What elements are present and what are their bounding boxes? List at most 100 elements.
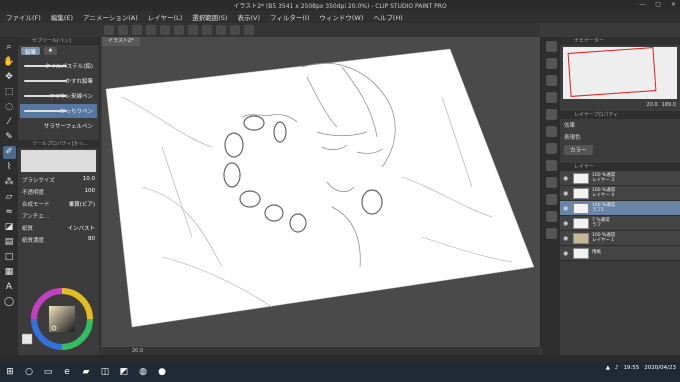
eye-icon[interactable]: ◉ xyxy=(563,220,570,227)
search-icon[interactable] xyxy=(545,194,557,205)
eyedropper-icon[interactable]: ⁄ xyxy=(3,116,16,129)
color-wheel[interactable] xyxy=(22,286,98,352)
tab-pencil[interactable]: 鉛筆 xyxy=(21,47,41,56)
navigator-preview[interactable] xyxy=(563,47,677,99)
eye-icon[interactable]: ◉ xyxy=(563,175,570,182)
history-icon[interactable] xyxy=(545,109,557,120)
brush-item[interactable]: ヤマサン来線ペン xyxy=(20,89,97,103)
material-4-icon[interactable] xyxy=(545,177,557,188)
navigator-zoom[interactable]: 20.0 xyxy=(647,102,658,108)
gradient-icon[interactable]: ▤ xyxy=(3,236,16,249)
brush-item-active[interactable]: かっちりペン xyxy=(20,104,97,118)
new-icon[interactable] xyxy=(104,25,114,35)
material-icon[interactable] xyxy=(545,126,557,137)
prop-blend-mode[interactable]: 合成モード 乗算(ビア) xyxy=(18,198,99,210)
snap-icon[interactable] xyxy=(244,25,254,35)
menu-file[interactable]: ファイル(F) xyxy=(6,12,41,22)
sub-view-icon[interactable] xyxy=(545,58,557,69)
fill-bucket-icon[interactable]: ◪ xyxy=(3,221,16,234)
open-icon[interactable] xyxy=(118,25,128,35)
layer-row[interactable]: ◉ 100 %通常 レイヤー 3 xyxy=(560,171,680,186)
app-icon[interactable]: ● xyxy=(156,366,168,378)
clock-time[interactable]: 19:55 xyxy=(623,365,639,371)
eye-icon[interactable]: ◉ xyxy=(563,190,570,197)
material-3-icon[interactable] xyxy=(545,160,557,171)
menu-filter[interactable]: フィルター(I) xyxy=(270,12,309,22)
animation-icon[interactable] xyxy=(545,228,557,239)
transform-icon[interactable] xyxy=(202,25,212,35)
edge-icon[interactable]: e xyxy=(61,366,73,378)
eye-icon[interactable]: ◉ xyxy=(563,235,570,242)
eye-icon[interactable]: ◉ xyxy=(563,205,570,212)
menu-layer[interactable]: レイヤー(L) xyxy=(148,12,183,22)
blend-icon[interactable]: ≈ xyxy=(3,206,16,219)
layer-row[interactable]: ◉ 100 %通常 レイヤー 4 xyxy=(560,186,680,201)
info-icon[interactable] xyxy=(545,75,557,86)
airbrush-icon[interactable]: ⁂ xyxy=(3,176,16,189)
minimize-button[interactable]: — xyxy=(639,1,645,8)
layer-row[interactable]: ◉ 100 %通常 レイヤー 1 xyxy=(560,231,680,246)
menu-selection[interactable]: 選択範囲(S) xyxy=(192,12,227,22)
prop-opacity[interactable]: 不透明度 100 xyxy=(18,186,99,198)
prop-brush-size[interactable]: ブラシサイズ 10.0 xyxy=(18,174,99,186)
menu-edit[interactable]: 編集(E) xyxy=(51,12,73,22)
deselect-icon[interactable] xyxy=(216,25,226,35)
undo-icon[interactable] xyxy=(146,25,156,35)
ruler-icon[interactable] xyxy=(230,25,240,35)
menu-window[interactable]: ウィンドウ(W) xyxy=(319,12,363,22)
select-icon[interactable]: ⬚ xyxy=(3,86,16,99)
task-view-icon[interactable]: ▭ xyxy=(42,366,54,378)
material-2-icon[interactable] xyxy=(545,143,557,154)
maximize-button[interactable]: □ xyxy=(655,1,661,8)
pencil-icon[interactable]: ✐ xyxy=(2,146,16,159)
prop-paper[interactable]: 紙質 インバスト xyxy=(18,222,99,234)
navigator-icon[interactable] xyxy=(545,41,557,52)
eye-icon[interactable]: ◉ xyxy=(563,250,570,257)
hand-icon[interactable]: ✋ xyxy=(3,56,16,69)
layer-row-paper[interactable]: ◉ 用紙 xyxy=(560,246,680,261)
store-icon[interactable]: ◫ xyxy=(99,366,111,378)
pen-icon[interactable]: ✎ xyxy=(3,131,16,144)
volume-icon[interactable]: ♪ xyxy=(615,365,619,371)
prop-paper-density[interactable]: 紙質濃度 80 xyxy=(18,234,99,246)
tab-favorite[interactable]: ★ xyxy=(44,47,57,55)
brush-item[interactable]: かすれ鉛筆 xyxy=(20,74,97,88)
chrome-icon[interactable]: ◍ xyxy=(137,366,149,378)
search-icon[interactable]: ○ xyxy=(23,366,35,378)
zoom-icon[interactable]: ⌕ xyxy=(3,41,16,54)
layer-row-active[interactable]: ◉ 100 %通常 ラフ1 xyxy=(560,201,680,216)
item-bank-icon[interactable] xyxy=(545,92,557,103)
frame-icon[interactable]: ▦ xyxy=(3,266,16,279)
clock-date[interactable]: 2020/04/23 xyxy=(644,365,676,371)
brush-item[interactable]: サラサーフェルペン xyxy=(20,119,97,133)
redo-icon[interactable] xyxy=(160,25,170,35)
network-icon[interactable]: ▲ xyxy=(606,365,610,371)
navigator-view-frame[interactable] xyxy=(567,47,657,97)
explorer-icon[interactable]: ▰ xyxy=(80,366,92,378)
close-button[interactable]: ✕ xyxy=(671,1,676,8)
eraser-icon[interactable]: ▱ xyxy=(3,191,16,204)
canvas-area[interactable] xyxy=(102,37,540,347)
menu-animation[interactable]: アニメーション(A) xyxy=(83,12,138,22)
brush-icon[interactable]: ⌇ xyxy=(3,161,16,174)
document-tab[interactable]: イラスト2* xyxy=(102,37,140,46)
expression-color-select[interactable]: カラー xyxy=(564,145,593,155)
brush-item[interactable]: タイルパステル(鉛) xyxy=(20,59,97,73)
windows-start-icon[interactable]: ⊞ xyxy=(4,366,16,378)
lasso-icon[interactable]: ◌ xyxy=(3,101,16,114)
navigator-angle[interactable]: 189.0 xyxy=(662,102,676,108)
fill-icon[interactable] xyxy=(188,25,198,35)
menu-help[interactable]: ヘルプ(H) xyxy=(373,12,402,22)
balloon-icon[interactable]: ◯ xyxy=(3,296,16,309)
clip-studio-icon[interactable]: ◩ xyxy=(118,366,130,378)
figure-icon[interactable]: □ xyxy=(3,251,16,264)
save-icon[interactable] xyxy=(132,25,142,35)
canvas-drawing[interactable] xyxy=(102,37,540,347)
layer-row[interactable]: ◉ 7 %通常 ラフ xyxy=(560,216,680,231)
layer-search-icon[interactable] xyxy=(545,211,557,222)
move-icon[interactable]: ✥ xyxy=(3,71,16,84)
prop-antialias[interactable]: アンチエ… xyxy=(18,210,99,222)
menu-view[interactable]: 表示(V) xyxy=(237,12,260,22)
clear-icon[interactable] xyxy=(174,25,184,35)
text-icon[interactable]: A xyxy=(3,281,16,294)
